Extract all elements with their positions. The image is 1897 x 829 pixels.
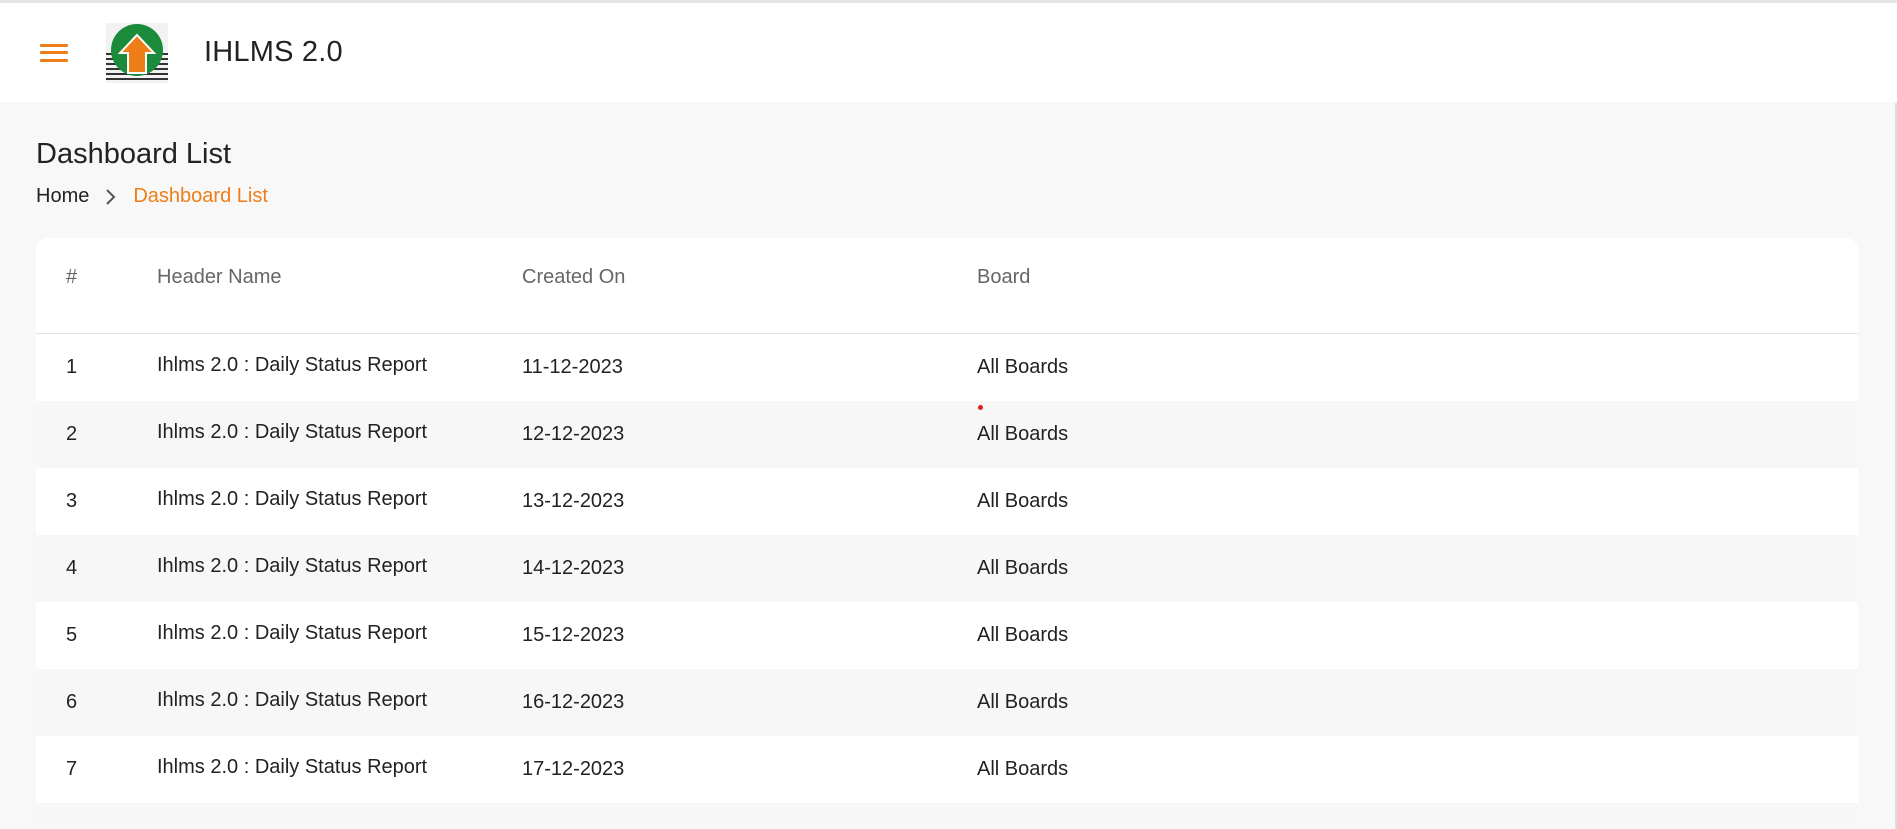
row-number: 3 bbox=[66, 490, 78, 512]
app-header: IHLMS 2.0 bbox=[0, 3, 1897, 102]
row-board: All Boards bbox=[977, 423, 1069, 445]
row-number: 7 bbox=[66, 758, 78, 780]
table-row[interactable]: 1 Ihlms 2.0 : Daily Status Report 11-12-… bbox=[36, 334, 1858, 401]
table-row[interactable]: 4 Ihlms 2.0 : Daily Status Report 14-12-… bbox=[36, 535, 1858, 602]
table-header: # Header Name Created On Board bbox=[36, 238, 1858, 334]
column-header-number[interactable]: # bbox=[36, 266, 157, 289]
cursor-marker bbox=[978, 405, 983, 410]
row-number: 2 bbox=[66, 423, 78, 445]
hamburger-menu-icon[interactable] bbox=[38, 40, 70, 66]
row-number: 6 bbox=[66, 691, 78, 713]
row-header-name: Ihlms 2.0 : Daily Status Report bbox=[157, 487, 428, 510]
row-header-name: Ihlms 2.0 : Daily Status Report bbox=[157, 755, 428, 778]
breadcrumb-current: Dashboard List bbox=[133, 185, 268, 207]
breadcrumb-home-link[interactable]: Home bbox=[36, 185, 89, 208]
chevron-right-icon bbox=[105, 188, 117, 206]
row-created-on: 14-12-2023 bbox=[522, 557, 625, 579]
row-created-on: 17-12-2023 bbox=[522, 758, 625, 780]
app-title: IHLMS 2.0 bbox=[204, 36, 343, 68]
table-row[interactable]: 3 Ihlms 2.0 : Daily Status Report 13-12-… bbox=[36, 468, 1858, 535]
row-board: All Boards bbox=[977, 356, 1069, 378]
row-created-on: 16-12-2023 bbox=[522, 691, 625, 713]
row-board: All Boards bbox=[977, 557, 1069, 579]
row-board: All Boards bbox=[977, 691, 1069, 713]
column-header-board[interactable]: Board bbox=[977, 266, 1858, 289]
row-header-name: Ihlms 2.0 : Daily Status Report bbox=[157, 688, 428, 711]
table-row[interactable]: 5 Ihlms 2.0 : Daily Status Report 15-12-… bbox=[36, 602, 1858, 669]
column-header-created-on[interactable]: Created On bbox=[522, 266, 977, 289]
row-header-name: Ihlms 2.0 : Daily Status Report bbox=[157, 554, 428, 577]
row-created-on: 11-12-2023 bbox=[522, 356, 623, 378]
table-row-partial bbox=[36, 803, 1858, 829]
table-row[interactable]: 2 Ihlms 2.0 : Daily Status Report 12-12-… bbox=[36, 401, 1858, 468]
table-row[interactable]: 7 Ihlms 2.0 : Daily Status Report 17-12-… bbox=[36, 736, 1858, 803]
dashboard-table: # Header Name Created On Board 1 Ihlms 2… bbox=[36, 238, 1858, 829]
row-number: 4 bbox=[66, 557, 78, 579]
row-created-on: 13-12-2023 bbox=[522, 490, 625, 512]
breadcrumb: Home Dashboard List bbox=[36, 185, 1861, 208]
column-header-name[interactable]: Header Name bbox=[157, 266, 522, 289]
row-header-name: Ihlms 2.0 : Daily Status Report bbox=[157, 420, 428, 443]
page-title: Dashboard List bbox=[36, 138, 232, 170]
row-number: 5 bbox=[66, 624, 78, 646]
row-number: 1 bbox=[66, 356, 78, 378]
row-board: All Boards bbox=[977, 758, 1069, 780]
row-created-on: 12-12-2023 bbox=[522, 423, 625, 445]
row-header-name: Ihlms 2.0 : Daily Status Report bbox=[157, 621, 428, 644]
house-upload-logo-icon bbox=[106, 22, 168, 83]
main-content: Dashboard List Home Dashboard List # Hea… bbox=[0, 102, 1897, 829]
app-logo[interactable] bbox=[106, 22, 168, 83]
table-row[interactable]: 6 Ihlms 2.0 : Daily Status Report 16-12-… bbox=[36, 669, 1858, 736]
row-header-name: Ihlms 2.0 : Daily Status Report bbox=[157, 353, 428, 376]
row-board: All Boards bbox=[977, 624, 1069, 646]
row-created-on: 15-12-2023 bbox=[522, 624, 625, 646]
row-board: All Boards bbox=[977, 490, 1069, 512]
